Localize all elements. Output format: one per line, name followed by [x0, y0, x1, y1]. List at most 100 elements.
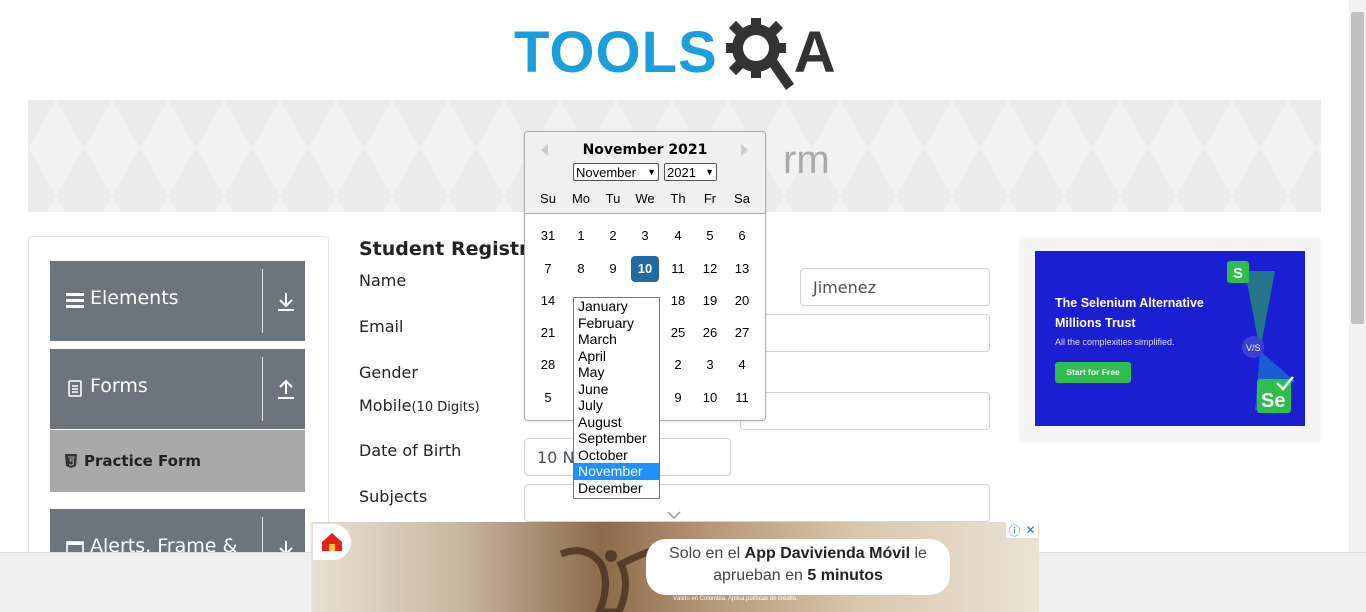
calendar-day[interactable]: 10: [696, 385, 724, 411]
logo-text: TOOLS: [514, 20, 718, 85]
divider: [262, 357, 263, 421]
calendar-day[interactable]: 19: [696, 288, 724, 314]
dob-label: Date of Birth: [359, 441, 462, 460]
chevron-down-icon: ▼: [705, 167, 714, 177]
calendar-day[interactable]: 6: [728, 223, 756, 249]
ad-subtext: All the complexities simplified.: [1055, 337, 1175, 347]
calendar-day[interactable]: 27: [728, 320, 756, 346]
ad-headline-line2: Millions Trust: [1055, 316, 1136, 330]
ad-choices[interactable]: ⓘ ✕: [1006, 522, 1038, 538]
month-option[interactable]: April: [574, 348, 659, 365]
mobile-label-text: Mobile: [359, 396, 412, 415]
bottom-ad[interactable]: Solo en el App Davivienda Móvil le aprue…: [311, 522, 1039, 612]
month-option[interactable]: June: [574, 381, 659, 398]
calendar-day[interactable]: 8: [567, 256, 595, 282]
ad-headline-line1: The Selenium Alternative: [1055, 296, 1204, 310]
month-option[interactable]: May: [574, 364, 659, 381]
month-option[interactable]: November: [574, 463, 659, 480]
calendar-day[interactable]: 4: [728, 352, 756, 378]
calendar-day[interactable]: 5: [534, 385, 562, 411]
download-arrow-icon[interactable]: [276, 291, 296, 313]
calendar-day[interactable]: 21: [534, 320, 562, 346]
nav-group-label: Elements: [90, 287, 179, 309]
ad-message-bubble: Solo en el App Davivienda Móvil le aprue…: [646, 539, 950, 595]
day-name: Sa: [734, 191, 750, 206]
toolsqa-logo[interactable]: TOOLS A: [514, 14, 836, 92]
calendar-day[interactable]: 28: [534, 352, 562, 378]
calendar-day[interactable]: 31: [534, 223, 562, 249]
calendar-day[interactable]: 26: [696, 320, 724, 346]
day-name: Mo: [571, 191, 591, 206]
calendar-day[interactable]: 20: [728, 288, 756, 314]
svg-text:V/S: V/S: [1246, 343, 1261, 353]
month-option[interactable]: July: [574, 397, 659, 414]
advertiser-logo[interactable]: [313, 524, 351, 560]
html5-icon: [65, 454, 77, 468]
month-option[interactable]: March: [574, 331, 659, 348]
month-option[interactable]: December: [574, 480, 659, 497]
current-month-label: November 2021: [582, 142, 708, 158]
day-name: We: [635, 191, 655, 206]
chevron-down-icon: ▼: [647, 167, 656, 177]
datepicker-header: November 2021 November ▼ 2021 ▼ Su Mo Tu We Th…: [525, 132, 765, 214]
calendar-day[interactable]: 11: [728, 385, 756, 411]
calendar-day[interactable]: 25: [664, 320, 692, 346]
calendar-day[interactable]: 12: [696, 256, 724, 282]
hamburger-icon: [66, 293, 84, 308]
email-input[interactable]: [740, 314, 990, 352]
calendar-day[interactable]: 2: [664, 352, 692, 378]
day-name: Fr: [703, 191, 717, 206]
calendar-day[interactable]: 7: [534, 256, 562, 282]
month-options-list[interactable]: January February March April May June July Augu…: [573, 297, 660, 499]
email-label: Email: [359, 317, 404, 336]
calendar-day[interactable]: 11: [664, 256, 692, 282]
month-select[interactable]: November ▼: [573, 163, 659, 181]
calendar-day[interactable]: 14: [534, 288, 562, 314]
calendar-day[interactable]: 3: [631, 223, 659, 249]
sidebar-item-practice-form[interactable]: Practice Form: [50, 430, 305, 492]
chevron-down-icon: [667, 511, 681, 519]
calendar-day[interactable]: 4: [664, 223, 692, 249]
calendar-day[interactable]: 5: [696, 223, 724, 249]
scrollbar-thumb[interactable]: [1351, 12, 1364, 324]
name-label: Name: [359, 271, 407, 290]
mobile-label: Mobile(10 Digits): [359, 396, 480, 415]
calendar-day[interactable]: 13: [728, 256, 756, 282]
month-option[interactable]: October: [574, 447, 659, 464]
info-icon[interactable]: ⓘ: [1008, 522, 1020, 539]
next-month-icon[interactable]: [741, 144, 748, 156]
calendar-day[interactable]: 9: [664, 385, 692, 411]
close-icon[interactable]: ✕: [1025, 523, 1035, 537]
month-option[interactable]: September: [574, 430, 659, 447]
ad-fine-print: Válido en Colombia. Aplica políticas de …: [673, 596, 798, 602]
calendar-day[interactable]: 3: [696, 352, 724, 378]
divider: [262, 269, 263, 333]
year-select-value: 2021: [667, 164, 696, 180]
calendar-day[interactable]: 1: [567, 223, 595, 249]
calendar-day[interactable]: 9: [599, 256, 627, 282]
day-name: Th: [670, 191, 686, 206]
mobile-hint: (10 Digits): [411, 400, 480, 415]
nav-group-elements[interactable]: Elements: [50, 261, 305, 341]
calendar-day[interactable]: 2: [599, 223, 627, 249]
month-option[interactable]: January: [574, 298, 659, 315]
day-name: Su: [540, 191, 556, 206]
selected-day[interactable]: 10: [631, 256, 659, 282]
mobile-input[interactable]: [740, 392, 990, 430]
side-ad[interactable]: S V/S Se The Selenium Alternative Million…: [1035, 251, 1305, 426]
nav-group-forms[interactable]: Forms: [50, 349, 305, 429]
nav-group-label: Forms: [90, 375, 148, 397]
month-select-value: November: [576, 164, 636, 180]
last-name-input[interactable]: Jimenez: [800, 268, 990, 306]
page-scrollbar[interactable]: [1349, 0, 1366, 552]
svg-text:Se: Se: [1261, 390, 1285, 412]
house-icon: [322, 533, 342, 551]
banner-title: rm: [783, 138, 830, 182]
calendar-day[interactable]: 18: [664, 288, 692, 314]
month-option[interactable]: August: [574, 414, 659, 431]
month-option[interactable]: February: [574, 315, 659, 332]
sidebar-item-label: Practice Form: [84, 452, 201, 470]
upload-arrow-icon[interactable]: [276, 379, 296, 401]
year-select[interactable]: 2021 ▼: [664, 163, 717, 181]
ad-cta-button[interactable]: Start for Free: [1055, 362, 1131, 383]
